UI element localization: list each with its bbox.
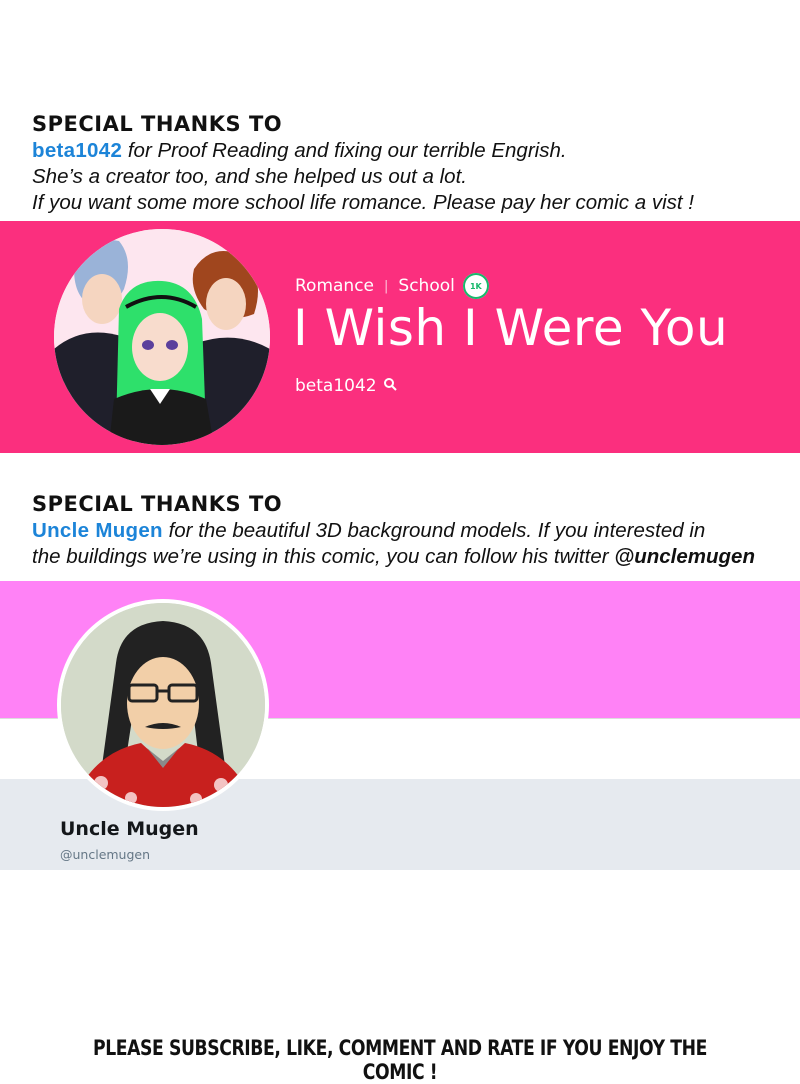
genre-school[interactable]: School bbox=[398, 276, 454, 296]
thanks-line-1-rest: for Proof Reading and fixing our terribl… bbox=[122, 139, 567, 162]
profile-handle[interactable]: @unclemugen bbox=[60, 847, 150, 862]
author-link[interactable]: beta1042 bbox=[295, 376, 397, 396]
twitter-avatar[interactable] bbox=[57, 599, 269, 811]
thanks-text-1: beta1042 for Proof Reading and fixing ou… bbox=[32, 138, 792, 216]
uncle-mugen-link[interactable]: Uncle Mugen bbox=[32, 519, 163, 542]
webtoon-comic-banner[interactable]: Romance | School 1K I Wish I Were You be… bbox=[0, 221, 800, 453]
thanks-line-3: If you want some more school life romanc… bbox=[32, 191, 694, 214]
author-name: beta1042 bbox=[295, 376, 377, 396]
twitter-handle-link[interactable]: @unclemugen bbox=[614, 545, 755, 568]
genre-romance[interactable]: Romance bbox=[295, 276, 374, 296]
thanks-line-2: She’s a creator too, and she helped us o… bbox=[32, 165, 467, 188]
special-thanks-heading-1: SPECIAL THANKS TO bbox=[32, 112, 283, 136]
subscriber-badge: 1K bbox=[462, 273, 489, 299]
thanks-text-2: Uncle Mugen for the beautiful 3D backgro… bbox=[32, 518, 792, 570]
footer-call-to-action: PLEASE SUBSCRIBE, LIKE, COMMENT AND RATE… bbox=[92, 1036, 708, 1084]
comic-cover-image[interactable] bbox=[54, 229, 270, 445]
thanks2-line-1: Uncle Mugen for the beautiful 3D backgro… bbox=[32, 518, 792, 544]
comic-title[interactable]: I Wish I Were You bbox=[293, 299, 728, 357]
thanks2-line-2: the buildings we’re using in this comic,… bbox=[32, 544, 792, 570]
search-icon bbox=[377, 376, 397, 396]
genre-row: Romance | School 1K bbox=[295, 273, 489, 299]
genre-separator: | bbox=[384, 278, 389, 294]
special-thanks-heading-2: SPECIAL THANKS TO bbox=[32, 492, 283, 516]
thanks2-line-1-rest: for the beautiful 3D background models. … bbox=[162, 519, 706, 542]
thanks-line-1: beta1042 for Proof Reading and fixing ou… bbox=[32, 138, 792, 164]
beta1042-link[interactable]: beta1042 bbox=[32, 139, 122, 162]
profile-display-name[interactable]: Uncle Mugen bbox=[60, 818, 199, 840]
thanks2-line-2-text: the buildings we’re using in this comic,… bbox=[32, 545, 615, 568]
